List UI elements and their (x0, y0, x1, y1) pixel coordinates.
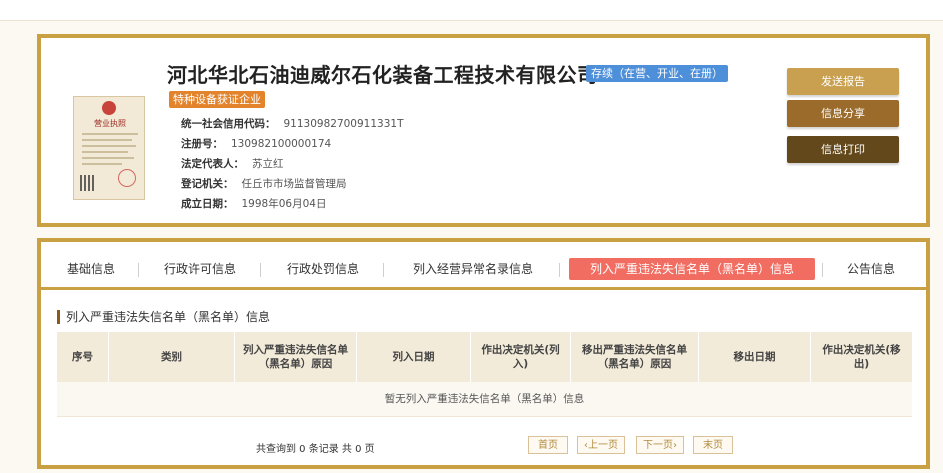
column-header: 作出决定机关(列入) (471, 332, 571, 382)
column-header: 列入严重违法失信名单（黑名单）原因 (235, 332, 357, 382)
company-name: 河北华北石油迪威尔石化装备工程技术有限公司 (167, 63, 598, 87)
column-header: 移出严重违法失信名单（黑名单）原因 (571, 332, 699, 382)
top-bar (0, 0, 943, 21)
tab-divider (383, 263, 384, 277)
info-label: 法定代表人： (181, 158, 244, 170)
info-label: 成立日期： (181, 198, 234, 210)
cert-badge: 特种设备获证企业 (169, 91, 265, 108)
info-value: 1998年06月04日 (241, 198, 327, 210)
company-header-card: 营业执照 河北华北石油迪威尔石化装备工程技术有限公司 存续（在营、开业、在册） … (37, 34, 930, 227)
tab-divider (822, 263, 823, 277)
info-label: 登记机关： (181, 178, 234, 190)
tab-abnormal-list[interactable]: 列入经营异常名录信息 (397, 258, 549, 280)
status-badge: 存续（在营、开业、在册） (586, 65, 728, 82)
empty-message: 暂无列入严重违法失信名单（黑名单）信息 (57, 382, 912, 417)
tab-divider (559, 263, 560, 277)
business-license-icon[interactable]: 营业执照 (73, 96, 145, 200)
info-row-authority: 登记机关： 任丘市市场监督管理局 (181, 176, 347, 191)
license-text-line (82, 133, 138, 135)
column-header: 序号 (57, 332, 109, 382)
pagination-summary: 共查询到 0 条记录 共 0 页 (256, 444, 375, 455)
table-header: 序号 类别 列入严重违法失信名单（黑名单）原因 列入日期 作出决定机关(列入) … (57, 332, 912, 382)
tab-blacklist[interactable]: 列入严重违法失信名单（黑名单）信息 (569, 258, 815, 280)
column-header: 列入日期 (357, 332, 471, 382)
tab-announcements[interactable]: 公告信息 (835, 258, 907, 280)
share-info-button[interactable]: 信息分享 (787, 100, 899, 127)
tab-divider (138, 263, 139, 277)
info-row-reg-number: 注册号： 130982100000174 (181, 136, 331, 151)
license-text-line (82, 139, 132, 141)
print-info-button[interactable]: 信息打印 (787, 136, 899, 163)
license-title: 营业执照 (94, 119, 126, 128)
info-row-credit-code: 统一社会信用代码： 91130982700911331T (181, 116, 403, 131)
license-text-line (82, 151, 128, 153)
qr-code-icon (80, 175, 96, 191)
column-header: 作出决定机关(移出) (822, 344, 901, 370)
info-value: 苏立红 (252, 158, 284, 170)
info-label: 注册号： (181, 138, 223, 150)
info-value: 任丘市市场监督管理局 (241, 178, 347, 190)
column-header: 类别 (109, 332, 235, 382)
detail-card: 基础信息 行政许可信息 行政处罚信息 列入经营异常名录信息 列入严重违法失信名单… (37, 238, 930, 469)
send-report-button[interactable]: 发送报告 (787, 68, 899, 95)
prev-page-button[interactable]: ‹上一页 (577, 436, 625, 454)
next-page-button[interactable]: 下一页› (636, 436, 684, 454)
last-page-button[interactable]: 末页 (693, 436, 733, 454)
info-row-legal-rep: 法定代表人： 苏立红 (181, 156, 284, 171)
info-value: 91130982700911331T (283, 118, 404, 130)
column-header: 移出日期 (699, 332, 811, 382)
tab-divider (260, 263, 261, 277)
tab-admin-license[interactable]: 行政许可信息 (151, 258, 249, 280)
info-tabs: 基础信息 行政许可信息 行政处罚信息 列入经营异常名录信息 列入严重违法失信名单… (41, 252, 926, 286)
seal-icon (118, 169, 136, 187)
section-title: 列入严重违法失信名单（黑名单）信息 (57, 310, 270, 324)
license-text-line (82, 145, 136, 147)
license-text-line (82, 163, 122, 165)
tab-admin-penalty[interactable]: 行政处罚信息 (274, 258, 372, 280)
license-text-line (82, 157, 134, 159)
blacklist-table: 序号 类别 列入严重违法失信名单（黑名单）原因 列入日期 作出决定机关(列入) … (57, 332, 912, 417)
info-label: 统一社会信用代码： (181, 118, 276, 130)
first-page-button[interactable]: 首页 (528, 436, 568, 454)
tab-basic-info[interactable]: 基础信息 (57, 258, 125, 280)
national-emblem-icon (102, 101, 116, 115)
info-value: 130982100000174 (231, 138, 332, 150)
info-row-founded: 成立日期： 1998年06月04日 (181, 196, 326, 211)
tabs-divider (37, 287, 930, 290)
